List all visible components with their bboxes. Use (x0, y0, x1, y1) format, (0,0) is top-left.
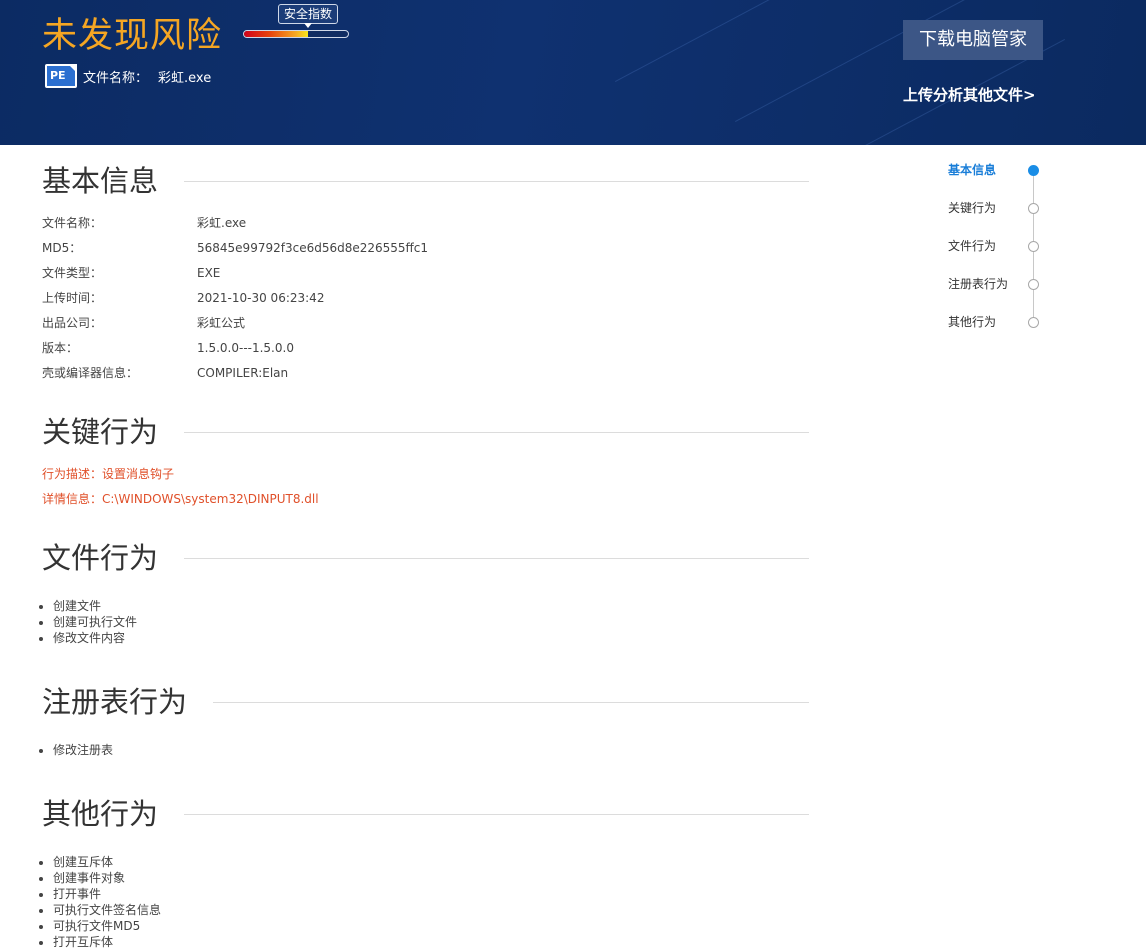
nav-dot-icon (1028, 203, 1039, 214)
list-item: 修改注册表 (53, 742, 113, 758)
pe-file-icon: PE (45, 64, 77, 88)
basic-info-table: 文件名称： 彩虹.exe MD5： 56845e99792f3ce6d56d8e… (42, 211, 428, 386)
list-item: 可执行文件MD5 (53, 918, 161, 934)
nav-item-label: 基本信息 (948, 163, 997, 177)
list-item: 可执行文件签名信息 (53, 902, 161, 918)
table-row: 文件名称： 彩虹.exe (42, 211, 428, 236)
file-behavior-list: 创建文件 创建可执行文件 修改文件内容 (53, 598, 137, 646)
nav-item-other-behavior[interactable]: 其他行为 (946, 310, 1046, 334)
nav-item-label: 文件行为 (948, 239, 997, 253)
list-item: 创建事件对象 (53, 870, 161, 886)
gauge-label: 安全指数 (278, 4, 339, 24)
list-item: 创建文件 (53, 598, 137, 614)
nav-dot-icon (1028, 165, 1039, 176)
section-key-behavior: 关键行为 (42, 414, 810, 450)
section-registry-behavior: 注册表行为 (42, 684, 810, 720)
info-key: 出品公司： (42, 316, 103, 330)
list-item: 创建互斥体 (53, 854, 161, 870)
section-other-behavior: 其他行为 (42, 796, 810, 832)
security-gauge: 安全指数 (243, 4, 349, 40)
file-name-value: 彩虹.exe (158, 70, 212, 86)
gauge-fill (244, 31, 309, 37)
nav-dot-icon (1028, 279, 1039, 290)
section-title: 注册表行为 (42, 685, 188, 719)
table-row: 上传时间： 2021-10-30 06:23:42 (42, 286, 428, 311)
table-row: 版本： 1.5.0.0---1.5.0.0 (42, 336, 428, 361)
info-value: 彩虹公式 (197, 316, 246, 330)
table-row: 壳或编译器信息： COMPILER:Elan (42, 361, 428, 386)
section-nav: 基本信息 关键行为 文件行为 注册表行为 其他行为 (946, 158, 1056, 338)
gauge-track (243, 30, 349, 38)
nav-item-label: 关键行为 (948, 201, 997, 215)
table-row: 出品公司： 彩虹公式 (42, 311, 428, 336)
info-value: 彩虹.exe (197, 216, 247, 230)
decorative-streak (614, 0, 846, 82)
info-value: COMPILER:Elan (197, 366, 289, 380)
registry-behavior-list: 修改注册表 (53, 742, 113, 758)
file-name-label: 文件名称： (83, 70, 149, 86)
section-title: 其他行为 (42, 797, 159, 831)
gauge-pointer-icon (304, 23, 312, 28)
section-title: 关键行为 (42, 415, 159, 449)
status-title: 未发现风险 (42, 16, 223, 56)
nav-item-label: 注册表行为 (948, 277, 1009, 291)
table-row: 文件类型： EXE (42, 261, 428, 286)
info-key: 版本： (42, 341, 79, 355)
nav-dot-icon (1028, 241, 1039, 252)
other-behavior-list: 创建互斥体 创建事件对象 打开事件 可执行文件签名信息 可执行文件MD5 打开互… (53, 854, 161, 950)
section-divider (184, 813, 810, 815)
list-item: 打开互斥体 (53, 934, 161, 950)
info-key: 上传时间： (42, 291, 103, 305)
info-value: 1.5.0.0---1.5.0.0 (197, 341, 294, 355)
list-item: 修改文件内容 (53, 630, 137, 646)
section-title: 基本信息 (42, 164, 159, 198)
nav-item-registry-behavior[interactable]: 注册表行为 (946, 272, 1046, 296)
nav-item-label: 其他行为 (948, 315, 997, 329)
section-divider (184, 557, 810, 559)
info-key: 壳或编译器信息： (42, 366, 139, 380)
section-title: 文件行为 (42, 541, 159, 575)
behavior-detail: 详情信息：C:\WINDOWS\system32\DINPUT8.dll (42, 492, 319, 506)
list-item: 创建可执行文件 (53, 614, 137, 630)
info-key: MD5： (42, 241, 82, 255)
behavior-description: 行为描述：设置消息钩子 (42, 467, 175, 481)
file-name-line: PE 文件名称： 彩虹.exe (45, 63, 211, 89)
download-pc-manager-button[interactable]: 下载电脑管家 (903, 20, 1043, 60)
nav-dot-icon (1028, 317, 1039, 328)
upload-other-file-link[interactable]: 上传分析其他文件> (903, 85, 1036, 105)
info-key: 文件类型： (42, 266, 103, 280)
section-file-behavior: 文件行为 (42, 540, 810, 576)
nav-item-basic-info[interactable]: 基本信息 (946, 158, 1046, 182)
section-divider (184, 431, 810, 433)
section-divider (184, 180, 810, 182)
table-row: MD5： 56845e99792f3ce6d56d8e226555ffc1 (42, 236, 428, 261)
list-item: 打开事件 (53, 886, 161, 902)
info-value: 2021-10-30 06:23:42 (197, 291, 325, 305)
section-divider (213, 701, 810, 703)
section-basic-info: 基本信息 (42, 163, 810, 199)
info-value: EXE (197, 266, 221, 280)
info-key: 文件名称： (42, 216, 103, 230)
nav-item-key-behavior[interactable]: 关键行为 (946, 196, 1046, 220)
nav-item-file-behavior[interactable]: 文件行为 (946, 234, 1046, 258)
info-value: 56845e99792f3ce6d56d8e226555ffc1 (197, 241, 429, 255)
report-header: 未发现风险 安全指数 PE 文件名称： 彩虹.exe 下载电脑管家 上传分析其他… (0, 0, 1146, 145)
